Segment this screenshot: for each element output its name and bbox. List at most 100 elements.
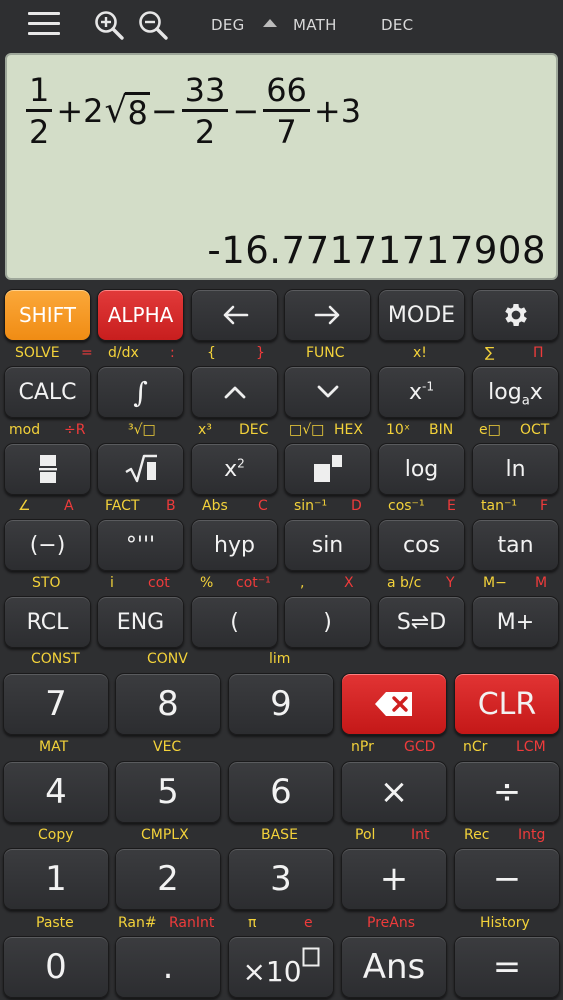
number-base-indicator: DEC [381, 16, 414, 34]
digit-7-button[interactable]: 7 [3, 673, 109, 735]
equals-button[interactable]: = [454, 936, 560, 998]
settings-button[interactable] [472, 289, 559, 341]
div-remainder-label: ÷R [64, 422, 86, 438]
cube-label: x³ [198, 422, 212, 438]
var-b-label: B [166, 498, 176, 514]
fraction-button[interactable] [4, 443, 91, 495]
alpha-button[interactable]: ALPHA [97, 289, 184, 341]
int-label: Int [411, 827, 430, 843]
ranint-label: RanInt [169, 915, 215, 931]
m-plus-button[interactable]: M+ [472, 596, 559, 648]
eng-button[interactable]: ENG [97, 596, 184, 648]
logbase-button[interactable]: logax [472, 366, 559, 418]
cursor-left-button[interactable] [191, 289, 278, 341]
digit-8-button[interactable]: 8 [115, 673, 221, 735]
func-label: FUNC [306, 345, 345, 361]
decimal-point-button[interactable]: . [115, 936, 221, 998]
m-minus-label: M− [483, 575, 507, 591]
shift-button[interactable]: SHIFT [4, 289, 91, 341]
paste-label: Paste [36, 915, 74, 931]
comma-label: , [300, 575, 305, 591]
cos-button[interactable]: cos [378, 519, 465, 571]
expression: 1 2 +2 √ 8 − 33 2 − 66 7 +3 [23, 71, 362, 151]
denominator: 7 [276, 113, 297, 151]
var-e-label: E [447, 498, 456, 514]
add-button[interactable]: + [341, 848, 447, 910]
digit-5-button[interactable]: 5 [115, 761, 221, 823]
denominator: 2 [194, 113, 216, 151]
rec-label: Rec [464, 827, 490, 843]
arrow-left-icon [223, 305, 248, 325]
menu-icon[interactable] [28, 12, 60, 36]
radical-icon: √ [104, 90, 128, 131]
const-label: CONST [31, 651, 80, 667]
numerator: 1 [26, 72, 53, 112]
chevron-up-icon [224, 386, 245, 399]
acot-label: cot⁻¹ [236, 575, 271, 591]
var-d-label: D [351, 498, 362, 514]
backspace-icon [375, 692, 412, 716]
sto-label: STO [32, 575, 61, 591]
digit-2-button[interactable]: 2 [115, 848, 221, 910]
hyp-button[interactable]: hyp [191, 519, 278, 571]
negative-button[interactable]: (−) [4, 519, 91, 571]
cursor-right-button[interactable] [284, 289, 371, 341]
subtract-button[interactable]: − [454, 848, 560, 910]
digit-9-button[interactable]: 9 [228, 673, 334, 735]
close-paren-button[interactable]: ) [284, 596, 371, 648]
conv-label: CONV [147, 651, 188, 667]
chevron-down-icon [317, 385, 338, 398]
power-button[interactable] [284, 443, 371, 495]
square-root: √ 8 [105, 91, 150, 131]
cursor-down-button[interactable] [284, 366, 371, 418]
integral-button[interactable]: ∫ [97, 366, 184, 418]
base-label: BASE [261, 827, 298, 843]
dms-button[interactable]: °''' [97, 519, 184, 571]
divide-button[interactable]: ÷ [454, 761, 560, 823]
rcl-button[interactable]: RCL [4, 596, 91, 648]
times-ten-power-button[interactable]: ×10 [228, 936, 334, 998]
zoom-out-icon[interactable] [137, 9, 169, 41]
clear-button[interactable]: CLR [454, 673, 560, 735]
abs-label: Abs [202, 498, 228, 514]
digit-4-button[interactable]: 4 [3, 761, 109, 823]
var-c-label: C [258, 498, 268, 514]
numerator: 33 [181, 72, 229, 112]
pol-label: Pol [355, 827, 376, 843]
numerator: 66 [263, 72, 310, 112]
multiply-button[interactable]: × [341, 761, 447, 823]
pi-label: π [248, 915, 257, 931]
euler-label: e [304, 915, 313, 931]
open-paren-button[interactable]: ( [191, 596, 278, 648]
lbrace-label: { [207, 345, 216, 361]
ans-button[interactable]: Ans [341, 936, 447, 998]
zoom-in-icon[interactable] [93, 9, 125, 41]
backspace-button[interactable] [341, 673, 447, 735]
sin-button[interactable]: sin [284, 519, 371, 571]
sqrt-button[interactable] [97, 443, 184, 495]
square-icon: x2 [224, 456, 245, 482]
preans-label: PreAns [367, 915, 416, 931]
square-button[interactable]: x2 [191, 443, 278, 495]
top-bar: DEG MATH DEC [0, 0, 563, 50]
digit-3-button[interactable]: 3 [228, 848, 334, 910]
reciprocal-button[interactable]: x-1 [378, 366, 465, 418]
tan-button[interactable]: tan [472, 519, 559, 571]
calc-button[interactable]: CALC [4, 366, 91, 418]
digit-6-button[interactable]: 6 [228, 761, 334, 823]
s-d-toggle-button[interactable]: S⇌D [378, 596, 465, 648]
imag-label: i [110, 575, 114, 591]
ln-button[interactable]: ln [472, 443, 559, 495]
digit-1-button[interactable]: 1 [3, 848, 109, 910]
mode-button[interactable]: MODE [378, 289, 465, 341]
log-button[interactable]: log [378, 443, 465, 495]
cursor-up-button[interactable] [191, 366, 278, 418]
digit-0-button[interactable]: 0 [3, 936, 109, 998]
vec-label: VEC [153, 739, 182, 755]
fraction: 33 2 [181, 72, 229, 151]
operator: − [232, 92, 260, 130]
angle-label: ∠ [18, 498, 31, 514]
mat-label: MAT [39, 739, 69, 755]
gcd-label: GCD [404, 739, 436, 755]
factorial-label: x! [413, 345, 427, 361]
